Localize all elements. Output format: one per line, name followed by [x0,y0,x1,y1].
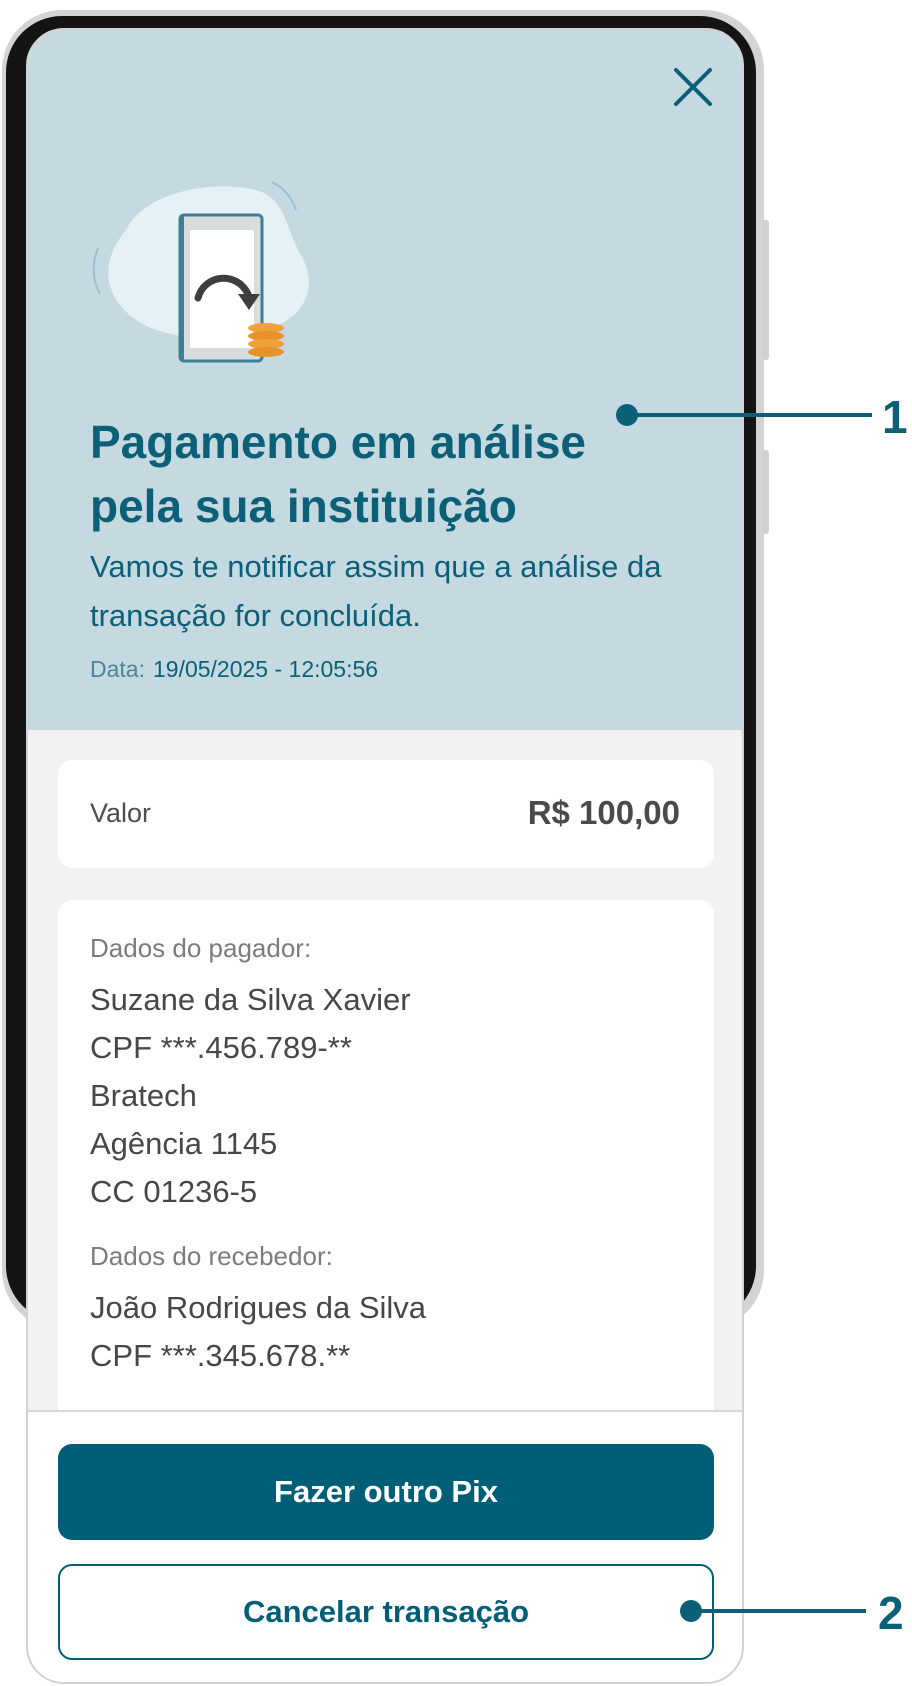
payer-cpf: CPF ***.456.789-** [90,1030,352,1065]
payer-section-label: Dados do pagador: [90,933,312,963]
receiver-name: João Rodrigues da Silva [90,1290,427,1325]
transaction-date: Data: 19/05/2025 - 12:05:56 [90,656,378,683]
action-footer: Fazer outro Pix Cancelar transação [28,1410,742,1682]
callout-2-number: 2 [878,1587,904,1639]
phone-transfer-coins-icon [92,181,309,363]
new-pix-button[interactable]: Fazer outro Pix [58,1444,714,1540]
payer-bank: Bratech [90,1078,197,1113]
volume-button [762,220,769,360]
receiver-cpf: CPF ***.345.678.** [90,1338,351,1373]
page-title: Pagamento em análise pela sua instituiçã… [90,416,586,532]
receiver-section-label: Dados do recebedor: [90,1241,333,1271]
payer-agency: Agência 1145 [90,1126,278,1161]
payer-name: Suzane da Silva Xavier [90,982,411,1017]
close-icon [674,68,712,106]
status-header: Pagamento em análise pela sua instituiçã… [28,30,742,730]
app-screen: Pagamento em análise pela sua instituiçã… [26,28,744,1684]
close-button[interactable] [668,62,718,112]
power-button [762,450,769,534]
callout-1-line [626,413,872,417]
date-value: 19/05/2025 - 12:05:56 [152,656,379,682]
amount-value: R$ 100,00 [527,794,680,831]
date-label: Data: [90,656,145,682]
amount-label: Valor [90,798,152,828]
page-subtitle: Vamos te notificar assim que a análise d… [90,549,662,633]
callout-1-number: 1 [882,391,908,443]
callout-2-line [690,1609,866,1613]
cancel-transaction-button[interactable]: Cancelar transação [58,1564,714,1660]
amount-card: Valor R$ 100,00 [58,760,714,868]
payer-account: CC 01236-5 [90,1174,258,1209]
